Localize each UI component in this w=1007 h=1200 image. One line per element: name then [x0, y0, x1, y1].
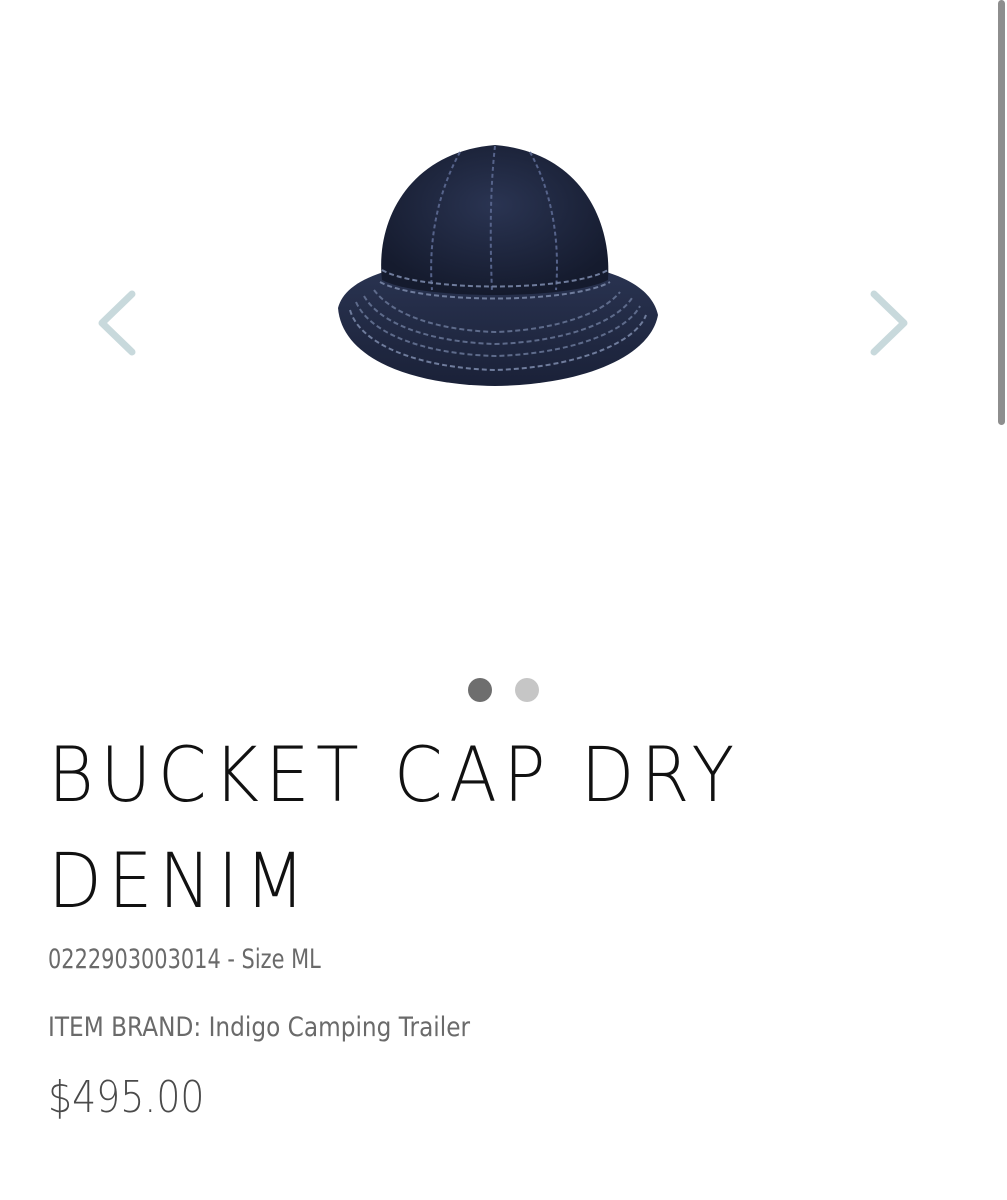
chevron-left-icon[interactable] — [88, 280, 148, 366]
chevron-right-icon[interactable] — [858, 280, 918, 366]
product-gallery — [0, 0, 1000, 702]
product-image — [320, 130, 670, 400]
carousel-pagination — [468, 678, 539, 702]
product-brand: ITEM BRAND: Indigo Camping Trailer — [48, 1012, 471, 1043]
pagination-dot-2[interactable] — [515, 678, 539, 702]
product-title-line-1: BUCKET CAP DRY — [48, 730, 741, 819]
product-sku-size: 0222903003014 - Size ML — [48, 944, 321, 975]
product-title-line-2: DENIM — [48, 836, 312, 925]
product-title: BUCKET CAP DRY DENIM — [48, 722, 876, 934]
product-price: $495.00 — [48, 1072, 205, 1123]
product-page: BUCKET CAP DRY DENIM 0222903003014 - Siz… — [0, 0, 1007, 1200]
pagination-dot-1[interactable] — [468, 678, 492, 702]
